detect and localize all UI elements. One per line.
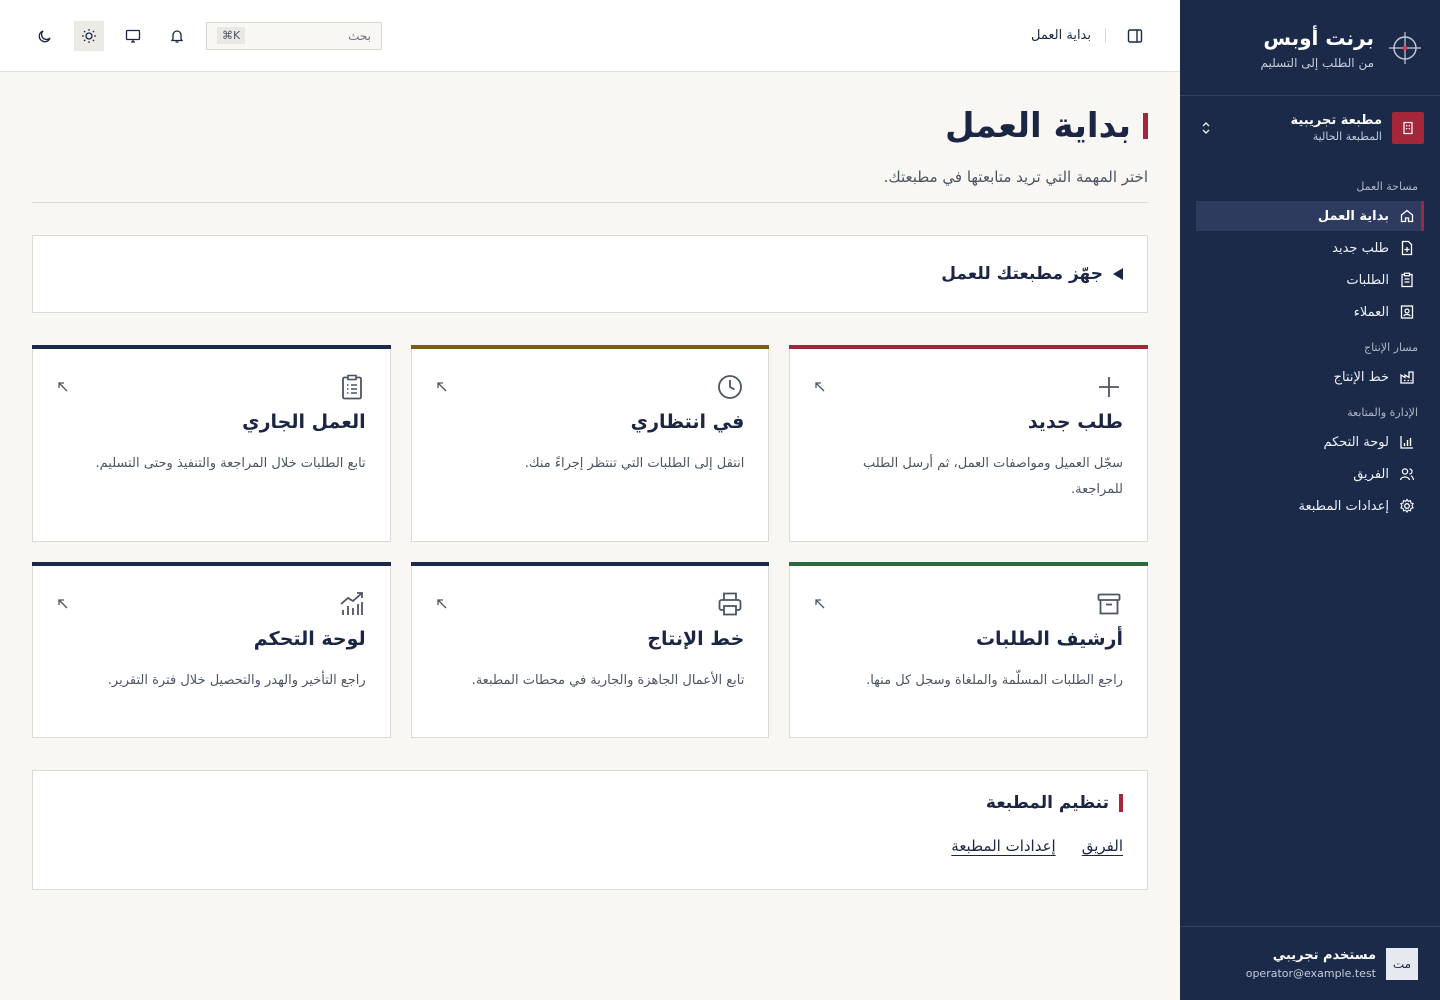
arrow-up-left-icon — [58, 599, 68, 609]
bar-chart-icon — [1400, 436, 1413, 449]
section-title: تنظيم المطبعة — [985, 793, 1109, 813]
card-title: أرشيف الطلبات — [975, 628, 1123, 650]
card-new-order[interactable]: طلب جديد سجّل العميل ومواصفات العمل، ثم … — [789, 345, 1148, 542]
search-input[interactable]: بحث ⌘K — [206, 21, 382, 50]
section-accent-bar — [1119, 794, 1123, 812]
card-waiting[interactable]: في انتظاري انتقل إلى الطلبات التي تنتظر … — [410, 345, 770, 542]
users-icon — [1399, 468, 1414, 481]
setup-title: جهّز مطبعتك للعمل — [941, 264, 1103, 284]
sidebar-item-new-order[interactable]: طلب جديد — [1196, 233, 1424, 263]
org-switcher[interactable]: مطبعة تجريبية المطبعة الحالية — [1196, 112, 1424, 144]
clipboard-list-icon — [341, 374, 362, 400]
home-icon — [1400, 209, 1414, 223]
plus-icon — [1099, 377, 1119, 397]
org-subtitle: المطبعة الحالية — [1312, 130, 1382, 143]
setup-disclosure[interactable]: جهّز مطبعتك للعمل — [32, 235, 1148, 313]
page-heading: بداية العمل — [32, 106, 1148, 146]
avatar: مت — [1386, 947, 1418, 980]
main-content: بداية العمل اختر المهمة التي تريد متابعت… — [0, 72, 1180, 1000]
sun-icon[interactable] — [74, 20, 104, 51]
breadcrumb: بداية العمل — [1031, 28, 1106, 43]
nav-heading-workspace: مساحة العمل — [1356, 180, 1418, 193]
search-placeholder: بحث — [348, 28, 371, 43]
card-archive[interactable]: أرشيف الطلبات راجع الطلبات المسلّمة والم… — [789, 562, 1148, 738]
sidebar: برنت أوبس من الطلب إلى التسليم مطبعة تجر… — [1180, 0, 1440, 1000]
chevrons-up-down-icon[interactable] — [1196, 118, 1216, 138]
sidebar-item-team[interactable]: الفريق — [1196, 459, 1424, 489]
card-dashboard[interactable]: لوحة التحكم راجع التأخير والهدر والتحصيل… — [32, 562, 391, 738]
sidebar-item-settings[interactable]: إعدادات المطبعة — [1196, 491, 1424, 521]
contact-icon — [1400, 305, 1414, 319]
org-name: مطبعة تجريبية — [1290, 113, 1382, 128]
nav-heading-production: مسار الإنتاج — [1363, 341, 1418, 354]
page-subtitle: اختر المهمة التي تريد متابعتها في مطبعتك… — [883, 168, 1148, 186]
brand: برنت أوبس من الطلب إلى التسليم — [1180, 0, 1440, 96]
gear-icon — [1400, 498, 1414, 513]
sidebar-item-label: بداية العمل — [1317, 208, 1389, 224]
search-shortcut: ⌘K — [217, 27, 246, 44]
card-ongoing-work[interactable]: العمل الجاري تابع الطلبات خلال المراجعة … — [32, 345, 391, 542]
card-description: سجّل العميل ومواصفات العمل، ثم أرسل الطل… — [862, 456, 1123, 497]
user-email: operator@example.test — [1245, 966, 1376, 980]
chart-trend-icon — [340, 592, 363, 615]
card-title: لوحة التحكم — [253, 628, 366, 650]
caret-left-icon — [1113, 268, 1123, 280]
card-description: انتقل إلى الطلبات التي تنتظر إجراءً منك. — [524, 456, 745, 471]
card-production-line[interactable]: خط الإنتاج تابع الأعمال الجاهزة والجارية… — [410, 562, 770, 738]
monitor-icon[interactable] — [118, 21, 148, 51]
user-name: مستخدم تجريبي — [1272, 947, 1376, 963]
sidebar-nav: مساحة العمل بداية العمل طلب جديد الطلبات… — [1180, 144, 1440, 535]
archive-icon — [1097, 593, 1121, 615]
crosshair-logo-icon — [1389, 31, 1421, 64]
card-title: العمل الجاري — [242, 411, 366, 433]
card-description: راجع الطلبات المسلّمة والملغاة وسجل كل م… — [866, 673, 1123, 688]
factory-icon — [1400, 371, 1414, 384]
title-accent-bar — [1143, 113, 1148, 139]
settings-link[interactable]: إعدادات المطبعة — [951, 837, 1055, 855]
clock-icon — [718, 375, 743, 399]
divider — [32, 202, 1148, 203]
brand-name: برنت أوبس — [1263, 25, 1374, 50]
card-title: طلب جديد — [1027, 411, 1123, 433]
printer-icon — [718, 592, 742, 616]
task-cards: طلب جديد سجّل العميل ومواصفات العمل، ثم … — [32, 345, 1148, 738]
arrow-up-left-icon — [437, 599, 447, 609]
sidebar-item-dashboard[interactable]: لوحة التحكم — [1196, 427, 1424, 457]
arrow-up-left-icon — [58, 382, 68, 392]
sidebar-item-label: خط الإنتاج — [1333, 369, 1389, 385]
arrow-up-left-icon — [815, 599, 825, 609]
arrow-up-left-icon — [437, 382, 447, 392]
page-title: بداية العمل — [944, 106, 1131, 146]
sidebar-toggle-icon[interactable] — [1120, 21, 1150, 51]
sidebar-item-customers[interactable]: العملاء — [1196, 297, 1424, 327]
sidebar-item-label: الفريق — [1353, 466, 1389, 482]
clipboard-icon — [1401, 272, 1413, 288]
card-description: تابع الطلبات خلال المراجعة والتنفيذ وحتى… — [95, 456, 366, 471]
moon-icon[interactable] — [30, 21, 60, 51]
sidebar-item-label: إعدادات المطبعة — [1298, 498, 1390, 514]
card-description: تابع الأعمال الجاهزة والجارية في محطات ا… — [471, 673, 745, 688]
card-title: في انتظاري — [630, 411, 745, 433]
brand-tagline: من الطلب إلى التسليم — [1260, 55, 1374, 70]
sidebar-item-home[interactable]: بداية العمل — [1196, 201, 1424, 231]
top-bar: بداية العمل بحث ⌘K — [0, 0, 1180, 72]
sidebar-item-production-line[interactable]: خط الإنتاج — [1196, 362, 1424, 392]
sidebar-item-label: العملاء — [1353, 304, 1389, 320]
sidebar-item-label: طلب جديد — [1332, 240, 1389, 256]
card-description: راجع التأخير والهدر والتحصيل خلال فترة ا… — [107, 673, 366, 688]
arrow-up-left-icon — [815, 382, 825, 392]
bell-icon[interactable] — [162, 21, 192, 51]
user-profile[interactable]: مت مستخدم تجريبي operator@example.test — [1180, 926, 1440, 1000]
team-link[interactable]: الفريق — [1082, 837, 1123, 855]
organization-section: تنظيم المطبعة الفريق إعدادات المطبعة — [32, 770, 1148, 890]
file-plus-icon — [1401, 240, 1413, 256]
sidebar-item-label: لوحة التحكم — [1323, 434, 1389, 450]
card-title: خط الإنتاج — [647, 628, 745, 650]
sidebar-item-orders[interactable]: الطلبات — [1196, 265, 1424, 295]
sidebar-item-label: الطلبات — [1346, 272, 1389, 288]
building-icon — [1392, 112, 1424, 144]
nav-heading-admin: الإدارة والمتابعة — [1347, 406, 1418, 419]
